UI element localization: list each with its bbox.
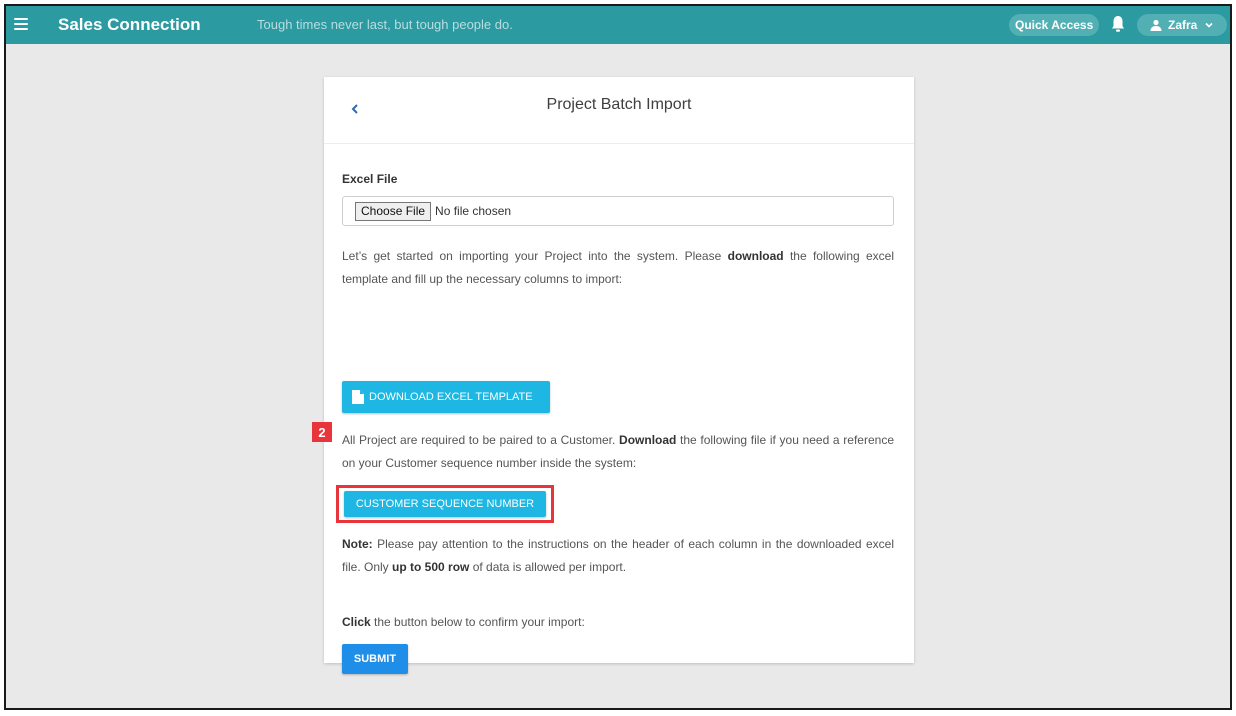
card-header: Project Batch Import xyxy=(324,77,914,144)
document-icon xyxy=(352,390,364,404)
bell-icon[interactable] xyxy=(1111,15,1125,33)
download-excel-template-button[interactable]: DOWNLOAD EXCEL TEMPLATE xyxy=(342,381,550,413)
pairing-paragraph: All Project are required to be paired to… xyxy=(342,433,894,470)
note-paragraph: Note: Please pay attention to the instru… xyxy=(342,537,894,574)
app-title[interactable]: Sales Connection xyxy=(58,15,201,35)
excel-file-input[interactable]: Choose File No file chosen xyxy=(342,196,894,226)
quick-access-button[interactable]: Quick Access xyxy=(1009,14,1100,36)
app-frame: Sales Connection Tough times never last,… xyxy=(4,4,1232,710)
chevron-down-icon xyxy=(1205,22,1213,28)
menu-icon[interactable] xyxy=(14,18,28,30)
step-number-badge: 2 xyxy=(312,422,332,442)
excel-file-label: Excel File xyxy=(342,172,398,186)
submit-button[interactable]: SUBMIT xyxy=(342,644,408,674)
customer-sequence-number-button[interactable]: CUSTOMER SEQUENCE NUMBER xyxy=(344,491,546,517)
batch-import-card: Project Batch Import Excel File Choose F… xyxy=(324,77,914,674)
download-template-label: DOWNLOAD EXCEL TEMPLATE xyxy=(369,391,533,403)
choose-file-button[interactable]: Choose File xyxy=(355,201,432,221)
user-menu[interactable]: Zafra xyxy=(1137,14,1227,36)
submit-label: SUBMIT xyxy=(353,653,397,665)
customer-seq-label: CUSTOMER SEQUENCE NUMBER xyxy=(355,498,535,510)
page-title: Project Batch Import xyxy=(546,96,692,113)
top-navbar: Sales Connection Tough times never last,… xyxy=(6,6,1230,44)
user-icon xyxy=(1150,19,1162,31)
user-name: Zafra xyxy=(1168,18,1198,32)
no-file-text: No file chosen xyxy=(435,204,512,218)
highlight-box: CUSTOMER SEQUENCE NUMBER xyxy=(336,485,554,523)
confirm-paragraph: Click the button below to confirm your i… xyxy=(342,615,585,629)
tagline: Tough times never last, but tough people… xyxy=(257,17,513,32)
intro-paragraph: Let’s get started on importing your Proj… xyxy=(342,249,895,286)
